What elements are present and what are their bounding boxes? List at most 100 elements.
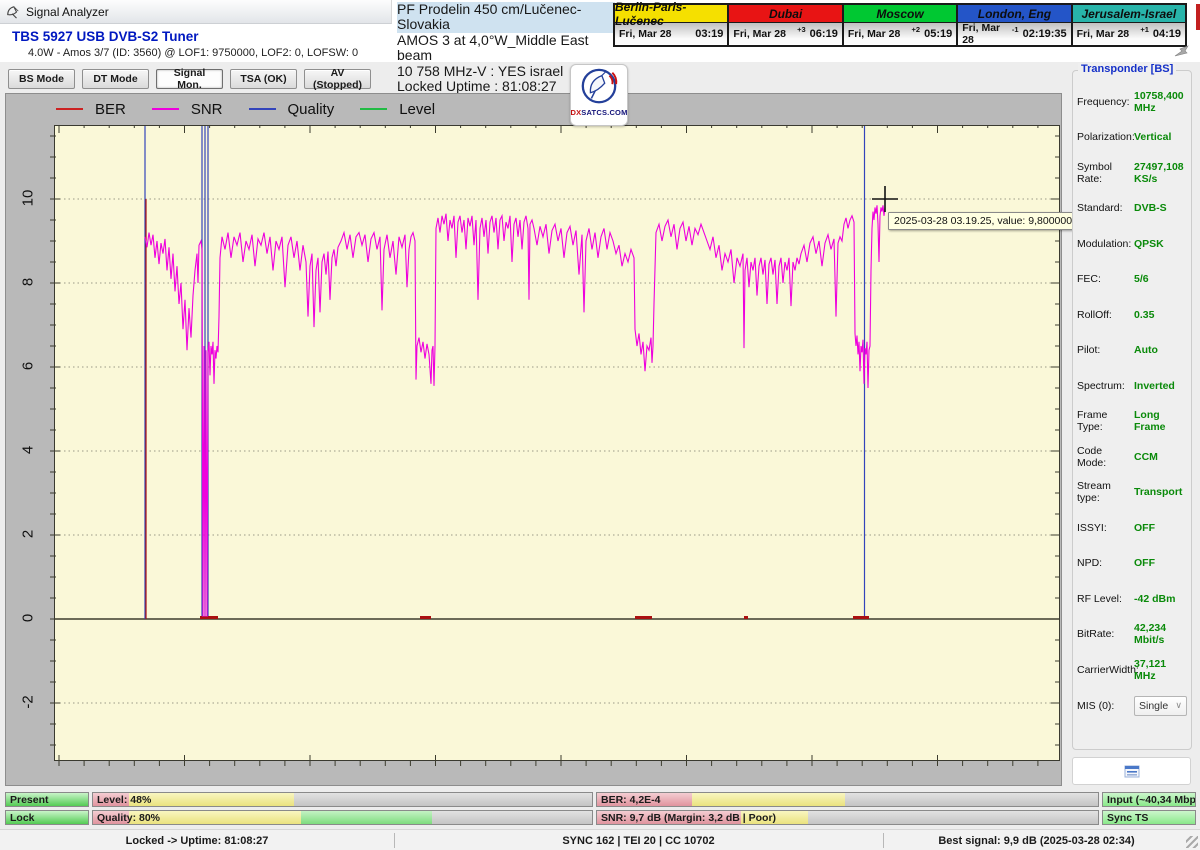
- transponder-row-value: 5/6: [1134, 273, 1149, 285]
- bar-segment-gray: [294, 793, 592, 806]
- clock-date: Fri, Mar 28: [733, 28, 786, 40]
- transponder-row: Symbol Rate:27497,108 KS/s: [1072, 155, 1192, 191]
- transponder-row-value: CCM: [1134, 451, 1158, 463]
- transponder-row-value: DVB-S: [1134, 202, 1167, 214]
- clock-utc-offset: +2: [912, 25, 921, 34]
- transponder-row-label: BitRate:: [1077, 628, 1134, 640]
- transponder-row: Standard:DVB-S: [1072, 191, 1192, 227]
- transponder-row: RollOff:0.35: [1072, 297, 1192, 333]
- toolbar-button-tsa-ok-[interactable]: TSA (OK): [230, 69, 297, 89]
- transponder-row-label: Standard:: [1077, 202, 1134, 214]
- clock-3: MoscowFri, Mar 28+205:19: [842, 3, 958, 47]
- transponder-row-value: Vertical: [1134, 131, 1171, 143]
- transponder-row-value: Long Frame: [1134, 409, 1187, 433]
- bar-segment-gray: [808, 811, 1098, 824]
- signal-plot[interactable]: 2025-03-28 03.19.25, value: 9,8000001907…: [54, 125, 1060, 761]
- transponder-row-value: Inverted: [1134, 380, 1175, 392]
- toolbar-button-av-stopped-[interactable]: AV (Stopped): [304, 69, 371, 89]
- transponder-row: FEC:5/6: [1072, 262, 1192, 298]
- toolbar-button-dt-mode[interactable]: DT Mode: [82, 69, 149, 89]
- legend-label: Quality: [288, 101, 335, 118]
- transponder-row-value: Auto: [1134, 344, 1158, 356]
- clock-date: Fri, Mar 28: [1077, 28, 1130, 40]
- toolbar: BS Mode DT Mode Signal Mon. TSA (OK) AV (Sto…: [8, 69, 371, 89]
- title-bar: Signal Analyzer: [0, 0, 392, 24]
- transponder-row-value: Transport: [1134, 486, 1182, 498]
- status-bar-label: Level: 48%: [97, 794, 151, 806]
- chevron-down-icon: ∨: [1175, 700, 1182, 711]
- bar-segment-yellow: [129, 793, 294, 806]
- transponder-row-label: Stream type:: [1077, 480, 1134, 504]
- transponder-row: BitRate:42,234 Mbit/s: [1072, 617, 1192, 653]
- toolbar-button-signal-mon-[interactable]: Signal Mon.: [156, 69, 223, 89]
- transponder-row: Pilot:Auto: [1072, 333, 1192, 369]
- clock-time-row: Fri, Mar 28-102:19:35: [958, 23, 1070, 44]
- clock-4: London, EngFri, Mar 28-102:19:35: [956, 3, 1072, 47]
- transponder-row: Frame Type:Long Frame: [1072, 404, 1192, 440]
- signal-analyzer-window: Signal Analyzer TBS 5927 USB DVB-S2 Tune…: [0, 0, 1200, 850]
- clock-time-row: Fri, Mar 28 +1 04:19: [1073, 23, 1185, 44]
- mis-label: MIS (0):: [1077, 700, 1134, 712]
- toolbar-button-bs-mode[interactable]: BS Mode: [8, 69, 75, 89]
- legend-label: SNR: [191, 101, 223, 118]
- legend-label: BER: [95, 101, 126, 118]
- clock-time: 02:19:35: [1023, 28, 1067, 40]
- app-icon: [6, 5, 20, 19]
- clock-time-row: Fri, Mar 28+205:19: [844, 23, 956, 44]
- y-axis-label: 8: [20, 278, 37, 286]
- legend-item-ber: BER: [56, 101, 126, 118]
- clock-time: 03:19: [695, 28, 723, 40]
- y-axis-label: 4: [20, 446, 37, 454]
- clock-date: Fri, Mar 28: [848, 28, 901, 40]
- status-bar-label: Present: [10, 794, 49, 806]
- status-bar-present: Present: [5, 792, 89, 807]
- legend-color-line: [56, 108, 83, 110]
- transponder-row: CarrierWidth:37,121 MHz: [1072, 652, 1192, 688]
- transponder-row: Modulation:QPSK: [1072, 226, 1192, 262]
- tuner-title: TBS 5927 USB DVB-S2 Tuner: [12, 29, 358, 44]
- window-title: Signal Analyzer: [26, 5, 109, 19]
- transponder-row: Frequency:10758,400 MHz: [1072, 84, 1192, 120]
- clock-city-label: Jerusalem-Israel: [1073, 5, 1185, 23]
- transponder-row: ISSYI:OFF: [1072, 510, 1192, 546]
- transponder-row: RF Level:-42 dBm: [1072, 581, 1192, 617]
- status-bar-level: Level: 48%: [92, 792, 593, 807]
- clock-time-row: Fri, Mar 28+306:19: [729, 23, 841, 44]
- transponder-row-label: Frequency:: [1077, 96, 1134, 108]
- y-axis-label: 0: [20, 614, 37, 622]
- status-bar-label: Sync TS: [1107, 812, 1148, 824]
- transponder-row: NPD:OFF: [1072, 546, 1192, 582]
- y-axis-label: 10: [20, 190, 37, 207]
- transponder-row-label: Polarization:: [1077, 131, 1134, 143]
- statusbar-best-signal: Best signal: 9,9 dB (2025-03-28 02:34): [883, 830, 1190, 850]
- transponder-row-value: QPSK: [1134, 238, 1164, 250]
- mis-row: MIS (0): Single ∨: [1072, 688, 1192, 724]
- transport-list-button[interactable]: [1072, 757, 1191, 785]
- bar-segment-green: [301, 811, 432, 824]
- legend-item-quality: Quality: [249, 101, 335, 118]
- status-bar-snr: SNR: 9,7 dB (Margin: 3,2 dB | Poor): [596, 810, 1099, 825]
- clock-date: Fri, Mar 28: [962, 22, 1012, 46]
- logo-text: DXSATCS.COM: [570, 108, 627, 117]
- mis-selected-value: Single: [1139, 700, 1168, 712]
- transponder-row-label: Code Mode:: [1077, 445, 1134, 469]
- transponder-rows: Frequency:10758,400 MHz Polarization:Vert…: [1072, 84, 1192, 724]
- clock-utc-offset: +1: [1140, 25, 1149, 34]
- transponder-row-value: -42 dBm: [1134, 593, 1175, 605]
- status-bar-label: BER: 4,2E-4: [601, 794, 661, 806]
- satellite-dish-icon: [578, 67, 620, 107]
- mis-select[interactable]: Single ∨: [1134, 696, 1187, 716]
- clock-time: 04:19: [1153, 28, 1181, 40]
- transponder-row: Spectrum:Inverted: [1072, 368, 1192, 404]
- clock-city-label: Berlin-Paris-Lučenec: [615, 5, 727, 23]
- resize-grip[interactable]: [1186, 836, 1198, 848]
- legend-item-level: Level: [360, 101, 435, 118]
- transponder-row-label: FEC:: [1077, 273, 1134, 285]
- clock-date: Fri, Mar 28: [619, 28, 672, 40]
- chart-legend: BER SNR Quality Level: [56, 98, 461, 120]
- legend-item-snr: SNR: [152, 101, 223, 118]
- transponder-row-label: NPD:: [1077, 557, 1134, 569]
- transponder-row-label: CarrierWidth:: [1077, 664, 1134, 676]
- legend-color-line: [360, 108, 387, 110]
- world-clocks: Berlin-Paris-LučenecFri, Mar 2803:19Duba…: [613, 3, 1187, 47]
